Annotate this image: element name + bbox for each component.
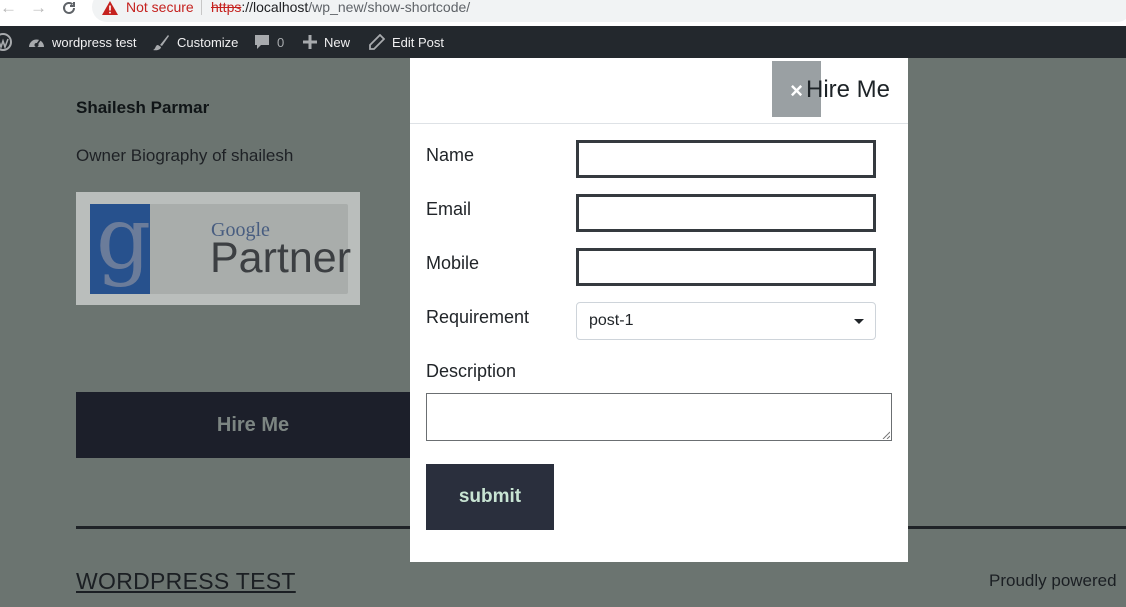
hire-me-label: Hire Me: [216, 413, 290, 436]
edit-post-label: Edit Post: [392, 34, 445, 50]
mobile-input[interactable]: [576, 248, 876, 286]
hire-me-button[interactable]: Hire Me: [76, 392, 430, 458]
new-label: New: [324, 34, 351, 50]
description-textarea[interactable]: [426, 393, 892, 441]
not-secure-label[interactable]: Not secure: [126, 0, 194, 15]
dashboard-icon: [29, 39, 44, 47]
comments-count: 0: [277, 34, 285, 50]
wordpress-logo-icon[interactable]: [0, 26, 12, 58]
edit-post-menu[interactable]: Edit Post: [369, 26, 444, 58]
forward-arrow-icon[interactable]: →: [30, 0, 47, 18]
chevron-down-icon: [854, 319, 864, 324]
reload-icon[interactable]: [61, 0, 77, 18]
customize-label: Customize: [177, 34, 239, 50]
partner-card: g Google Partner: [90, 194, 352, 294]
new-content-menu[interactable]: New: [303, 26, 350, 58]
google-partner-badge: g Google Partner: [76, 192, 360, 305]
url-text[interactable]: https://localhost/wp_new/show-shortcode/: [211, 0, 470, 15]
comments-menu[interactable]: 0: [254, 26, 284, 58]
name-label: Name: [426, 145, 475, 165]
author-bio: Owner Biography of shailesh: [76, 146, 294, 165]
pencil-icon: [369, 34, 385, 50]
wp-admin-bar: wordpress test Customize 0 New Edit Post: [0, 26, 1126, 58]
requirement-select[interactable]: post-1: [576, 302, 876, 340]
browser-toolbar: ← → Not secure https://localhost/wp_new/…: [0, 0, 1126, 26]
name-input[interactable]: [576, 140, 876, 178]
url-protocol: https: [211, 0, 242, 15]
modal-header: × Hire Me: [410, 58, 908, 124]
powered-by-text: Proudly powered: [989, 571, 1117, 590]
plus-icon: [303, 35, 317, 49]
requirement-selected-value: post-1: [589, 312, 634, 329]
url-host: ://localhost: [241, 0, 309, 15]
customize-menu[interactable]: Customize: [153, 26, 238, 58]
comment-icon: [255, 35, 269, 49]
email-input[interactable]: [576, 194, 876, 232]
url-separator: [201, 0, 202, 15]
author-name: Shailesh Parmar: [76, 98, 210, 117]
submit-button[interactable]: submit: [426, 464, 554, 530]
site-title-link[interactable]: WORDPRESS TEST: [76, 568, 296, 595]
warning-icon: [102, 1, 118, 15]
url-path: /wp_new/show-shortcode/: [308, 0, 471, 15]
brush-icon: [153, 34, 169, 50]
email-label: Email: [426, 199, 472, 219]
partner-text: Partner: [210, 234, 352, 282]
modal-title: Hire Me: [806, 76, 891, 103]
back-arrow-icon[interactable]: ←: [0, 0, 17, 18]
google-g-icon: g: [90, 194, 151, 294]
site-name-menu[interactable]: wordpress test: [28, 26, 137, 58]
mobile-label: Mobile: [426, 253, 480, 273]
requirement-label: Requirement: [426, 307, 530, 327]
description-label: Description: [426, 361, 517, 381]
hire-me-modal: × Hire Me Name Email Mobile Requirement …: [410, 58, 908, 562]
resize-handle-icon[interactable]: [882, 431, 890, 439]
site-name-label: wordpress test: [52, 34, 137, 50]
